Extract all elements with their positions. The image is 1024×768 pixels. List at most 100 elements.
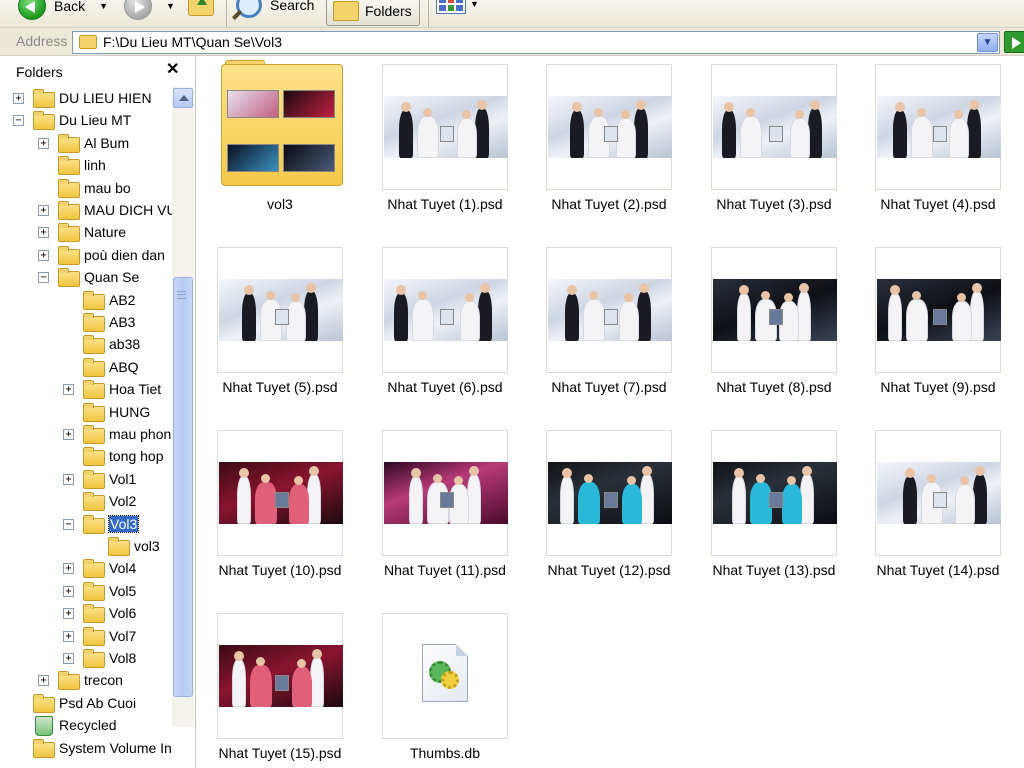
wedding-photo-preview	[384, 462, 508, 524]
tree-item[interactable]: Recycled	[0, 715, 172, 737]
views-dropdown-icon[interactable]: ▼	[470, 0, 479, 9]
file-item[interactable]: Thumbs.db	[362, 606, 528, 768]
address-input[interactable]: F:\Du Lieu MT\Quan Se\Vol3 ▼	[72, 31, 1000, 54]
tree-item[interactable]: HUNG	[0, 402, 172, 424]
views-button[interactable]: ▼	[436, 0, 479, 14]
tree-item[interactable]: + poù dien dan	[0, 245, 172, 267]
folder-icon	[33, 111, 55, 131]
tree-item[interactable]: − Du Lieu MT	[0, 110, 172, 132]
collapse-icon[interactable]: −	[63, 518, 74, 530]
file-name-label: Nhat Tuyet (6).psd	[387, 379, 503, 395]
file-item[interactable]: Nhat Tuyet (5).psd	[197, 240, 363, 410]
tree-item[interactable]: AB2	[0, 290, 172, 312]
file-item[interactable]: Nhat Tuyet (8).psd	[691, 240, 857, 410]
folder-tree-scrollbar[interactable]	[172, 87, 194, 727]
file-item[interactable]: Nhat Tuyet (14).psd	[855, 423, 1021, 593]
expand-icon[interactable]: +	[38, 205, 49, 216]
address-path[interactable]: F:\Du Lieu MT\Quan Se\Vol3	[103, 34, 282, 50]
tree-item[interactable]: vol3	[0, 536, 172, 558]
file-item[interactable]: Nhat Tuyet (15).psd	[197, 606, 363, 768]
expand-icon[interactable]: +	[63, 653, 74, 664]
file-name-label: Nhat Tuyet (9).psd	[880, 379, 996, 395]
expand-icon[interactable]: +	[38, 675, 49, 687]
expand-icon[interactable]: +	[63, 608, 74, 620]
scrollbar-thumb[interactable]	[173, 277, 193, 697]
folder-up-icon	[188, 0, 214, 16]
file-item[interactable]: Nhat Tuyet (6).psd	[362, 240, 528, 410]
folder-icon	[58, 671, 80, 691]
folder-icon	[83, 447, 105, 467]
tree-item[interactable]: − Vol3	[0, 514, 172, 536]
expand-icon[interactable]: +	[63, 384, 74, 396]
tree-item-label: Vol6	[109, 605, 137, 622]
tree-item[interactable]: + Vol8	[0, 648, 172, 670]
expand-icon[interactable]: +	[63, 473, 74, 485]
tree-item[interactable]: ab38	[0, 334, 172, 356]
file-item[interactable]: Nhat Tuyet (7).psd	[526, 240, 692, 410]
file-item[interactable]: Nhat Tuyet (11).psd	[362, 423, 528, 593]
forward-button[interactable]: ▼	[124, 0, 175, 20]
file-item[interactable]: Nhat Tuyet (3).psd	[691, 57, 857, 227]
back-button[interactable]: Back ▼	[18, 0, 108, 20]
tree-item[interactable]: mau bo	[0, 178, 172, 200]
expand-icon[interactable]: +	[63, 563, 74, 575]
tree-item[interactable]: Vol2	[0, 491, 172, 513]
file-name-label: Nhat Tuyet (11).psd	[384, 562, 506, 578]
tree-item[interactable]: + Hoa Tiet	[0, 379, 172, 401]
tree-item[interactable]: − Quan Se	[0, 267, 172, 289]
go-button[interactable]	[1004, 31, 1024, 53]
collapse-icon[interactable]: −	[38, 272, 49, 284]
wedding-photo-preview	[713, 279, 837, 341]
folders-button[interactable]: Folders	[326, 0, 420, 26]
back-dropdown-icon[interactable]: ▼	[99, 1, 108, 11]
tree-item[interactable]: + trecon	[0, 670, 172, 692]
wedding-photo-preview	[548, 279, 672, 341]
file-item[interactable]: Nhat Tuyet (1).psd	[362, 57, 528, 227]
tree-item[interactable]: + DU LIEU HIEN	[0, 88, 172, 110]
tree-item[interactable]: System Volume In	[0, 738, 172, 760]
scroll-up-icon[interactable]	[173, 88, 193, 108]
folder-icon	[58, 133, 80, 153]
chevron-down-icon[interactable]: ▼	[977, 33, 998, 52]
tree-item[interactable]: + Vol5	[0, 581, 172, 603]
tree-item[interactable]: + Al Bum	[0, 133, 172, 155]
tree-item[interactable]: + mau phon	[0, 424, 172, 446]
file-item[interactable]: Nhat Tuyet (2).psd	[526, 57, 692, 227]
tree-item-label: AB3	[109, 314, 136, 330]
tree-item[interactable]: tong hop	[0, 446, 172, 468]
file-item[interactable]: Nhat Tuyet (4).psd	[855, 57, 1021, 227]
tree-item[interactable]: ABQ	[0, 357, 172, 379]
file-item[interactable]: Nhat Tuyet (12).psd	[526, 423, 692, 593]
forward-dropdown-icon[interactable]: ▼	[166, 1, 175, 11]
wedding-photo-preview	[713, 96, 837, 158]
expand-icon[interactable]: +	[38, 249, 49, 261]
tree-item[interactable]: + Vol7	[0, 626, 172, 648]
file-item[interactable]: Nhat Tuyet (9).psd	[855, 240, 1021, 410]
folder-item[interactable]: vol3	[197, 57, 363, 227]
tree-item[interactable]: + Vol6	[0, 603, 172, 625]
collapse-icon[interactable]: −	[13, 115, 24, 127]
expand-icon[interactable]: +	[63, 429, 74, 440]
image-thumbnail	[546, 430, 672, 556]
expand-icon[interactable]: +	[38, 137, 49, 149]
file-item[interactable]: Nhat Tuyet (10).psd	[197, 423, 363, 593]
tree-item-label: Psd Ab Cuoi	[59, 694, 137, 711]
tree-item[interactable]: + Vol1	[0, 469, 172, 491]
tree-item[interactable]: + Nature	[0, 222, 172, 244]
expand-icon[interactable]: +	[13, 93, 24, 104]
up-folder-button[interactable]	[188, 0, 214, 16]
system-file-icon	[422, 644, 468, 702]
search-button[interactable]: Search	[236, 0, 314, 18]
close-icon[interactable]: ✕	[166, 59, 179, 79]
tree-item[interactable]: Psd Ab Cuoi	[0, 693, 172, 715]
tree-item[interactable]: AB3	[0, 312, 172, 334]
expand-icon[interactable]: +	[38, 227, 49, 239]
folders-pane-header: Folders ✕	[0, 57, 195, 87]
file-item[interactable]: Nhat Tuyet (13).psd	[691, 423, 857, 593]
tree-item[interactable]: linh	[0, 155, 172, 177]
expand-icon[interactable]: +	[63, 630, 74, 642]
tree-item[interactable]: + Vol4	[0, 558, 172, 580]
expand-icon[interactable]: +	[63, 585, 74, 597]
image-thumbnail	[711, 430, 837, 556]
tree-item[interactable]: + MAU DICH VU	[0, 200, 177, 222]
